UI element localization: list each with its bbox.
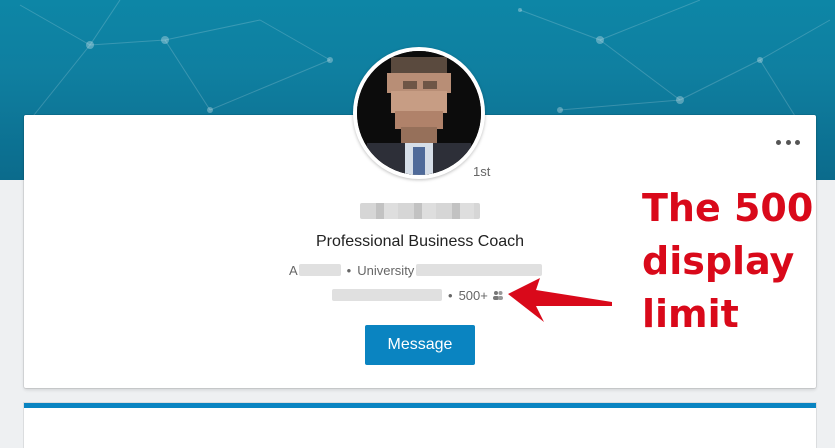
more-horizontal-icon — [776, 139, 781, 145]
annotation-line: The 500 — [642, 186, 814, 230]
avatar-photo — [357, 51, 481, 175]
connections-count[interactable]: 500+ — [459, 288, 488, 303]
separator: • — [346, 262, 352, 278]
profile-avatar[interactable] — [353, 47, 485, 179]
location-redacted — [298, 264, 341, 276]
profile-name-redacted — [360, 203, 480, 219]
location-text: A — [289, 262, 298, 278]
pixelated-face — [357, 51, 481, 175]
red-arrow-icon — [508, 278, 612, 322]
annotation-line: display — [642, 239, 795, 283]
annotation-text: The 500 display limit — [642, 182, 822, 341]
next-section-card — [24, 403, 816, 448]
separator: • — [448, 287, 453, 303]
more-options-button[interactable] — [776, 134, 800, 150]
region-connections-line: • 500+ — [332, 287, 504, 303]
message-button[interactable]: Message — [365, 325, 475, 365]
school-text: University — [357, 262, 415, 278]
profile-headline: Professional Business Coach — [315, 233, 525, 250]
annotation-line: limit — [642, 292, 739, 336]
connection-degree: 1st — [473, 164, 491, 179]
region-redacted — [332, 289, 442, 301]
